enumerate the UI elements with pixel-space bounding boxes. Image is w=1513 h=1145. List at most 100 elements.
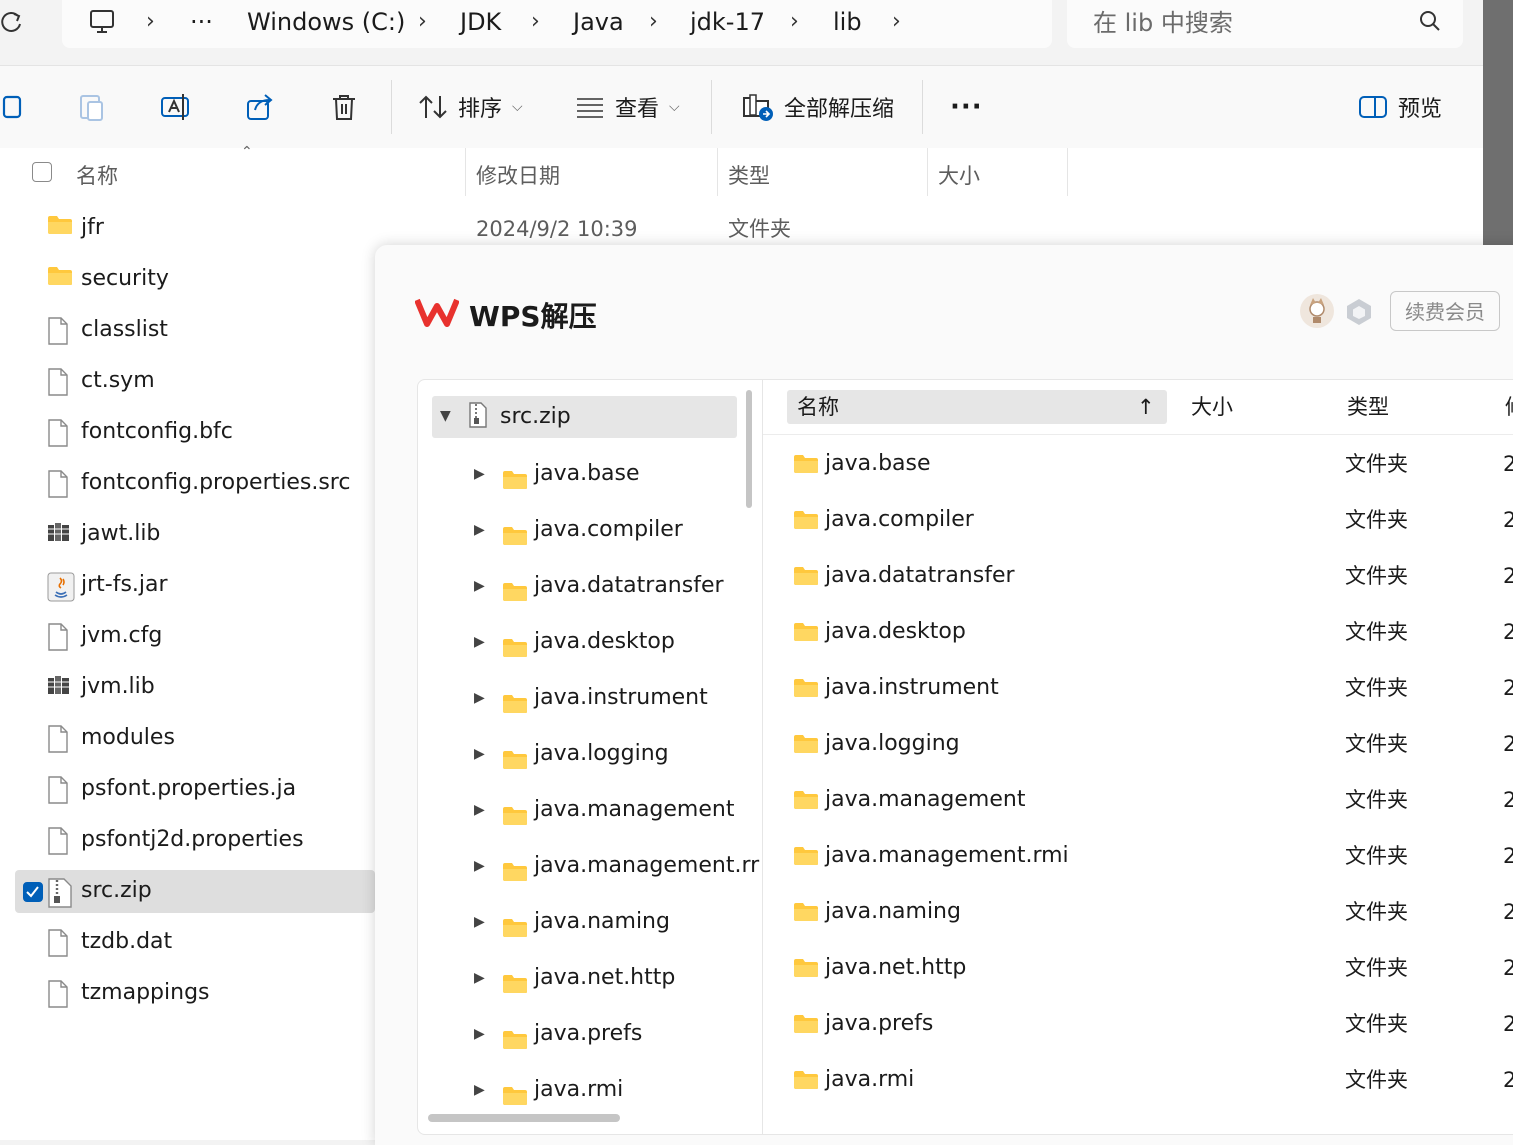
column-header-size[interactable]: 大小 (938, 156, 980, 196)
tree-horizontal-scrollbar[interactable] (428, 1114, 620, 1122)
column-header-size[interactable]: 大小 (1191, 390, 1233, 424)
column-separator[interactable] (1067, 148, 1068, 196)
column-header-name[interactable]: 名称 ↑ (787, 390, 1167, 424)
column-header-type[interactable]: 类型 (1347, 390, 1389, 424)
archive-list-row[interactable]: java.instrument 文件夹 2 (763, 664, 1513, 712)
copy-icon[interactable] (0, 84, 24, 130)
triangle-right-icon[interactable]: ▶ (474, 566, 485, 606)
column-header-modified[interactable]: 修改日期 (476, 156, 560, 196)
file-row[interactable]: jrt-fs.jar (15, 564, 375, 607)
tree-node[interactable]: ▶ java.desktop (418, 622, 762, 662)
rename-icon[interactable] (160, 84, 192, 130)
triangle-right-icon[interactable]: ▶ (474, 1070, 485, 1110)
tree-node[interactable]: ▶ java.rmi (418, 1070, 762, 1110)
triangle-right-icon[interactable]: ▶ (474, 1014, 485, 1054)
file-row[interactable]: fontconfig.bfc (15, 411, 375, 454)
avatar[interactable] (1299, 293, 1335, 333)
preview-button[interactable]: 预览 (1358, 84, 1442, 130)
tree-node[interactable]: ▶ java.naming (418, 902, 762, 942)
archive-list-row[interactable]: java.rmi 文件夹 2 (763, 1056, 1513, 1104)
tree-vertical-scrollbar[interactable] (746, 390, 752, 508)
triangle-right-icon[interactable]: ▶ (474, 734, 485, 774)
triangle-right-icon[interactable]: ▶ (474, 902, 485, 942)
archive-list-row[interactable]: java.logging 文件夹 2 (763, 720, 1513, 768)
chevron-right-icon[interactable]: › (418, 6, 427, 38)
file-row[interactable]: ct.sym (15, 360, 375, 403)
archive-list-row[interactable]: java.naming 文件夹 2 (763, 888, 1513, 936)
triangle-right-icon[interactable]: ▶ (474, 678, 485, 718)
file-row[interactable]: jvm.cfg (15, 615, 375, 658)
share-icon[interactable] (245, 84, 275, 130)
row-checkbox[interactable] (23, 882, 43, 902)
archive-list-row[interactable]: java.management.rmi 文件夹 2 (763, 832, 1513, 880)
archive-list-row[interactable]: java.datatransfer 文件夹 2 (763, 552, 1513, 600)
search-input[interactable]: 在 lib 中搜索 (1067, 0, 1463, 48)
archive-list-row[interactable]: java.base 文件夹 2 (763, 440, 1513, 488)
triangle-right-icon[interactable]: ▶ (474, 622, 485, 662)
chevron-right-icon[interactable]: › (790, 6, 799, 38)
file-row[interactable]: tzmappings (15, 972, 375, 1015)
member-badge-icon[interactable] (1345, 297, 1373, 331)
file-row[interactable]: src.zip (15, 870, 375, 913)
renew-membership-button[interactable]: 续费会员 (1390, 291, 1500, 331)
column-separator[interactable] (465, 148, 466, 196)
select-all-checkbox[interactable] (32, 162, 52, 182)
archive-list-row[interactable]: java.prefs 文件夹 2 (763, 1000, 1513, 1048)
address-bar[interactable]: › ··· Windows (C:) › JDK › Java › jdk-17… (62, 0, 1052, 48)
breadcrumb-java[interactable]: Java (573, 6, 624, 38)
tree-node[interactable]: ▶ java.instrument (418, 678, 762, 718)
refresh-icon[interactable] (0, 8, 24, 40)
tree-node[interactable]: ▶ java.management (418, 790, 762, 830)
column-separator[interactable] (717, 148, 718, 196)
column-header-date[interactable]: 修 (1505, 390, 1513, 424)
file-row[interactable]: psfont.properties.ja (15, 768, 375, 811)
tree-node[interactable]: ▶ java.logging (418, 734, 762, 774)
tree-node[interactable]: ▶ java.base (418, 454, 762, 494)
breadcrumb-more[interactable]: ··· (190, 6, 213, 38)
file-row[interactable]: security (15, 258, 375, 301)
search-icon[interactable] (1419, 10, 1441, 36)
file-row[interactable]: fontconfig.properties.src (15, 462, 375, 505)
computer-icon[interactable] (88, 8, 116, 40)
breadcrumb-windows-c[interactable]: Windows (C:) (247, 6, 405, 38)
column-header-name[interactable]: 名称 (76, 156, 118, 196)
breadcrumb-jdk-17[interactable]: jdk-17 (690, 6, 765, 38)
file-row[interactable]: jvm.lib (15, 666, 375, 709)
tree-root-node[interactable]: ▼ src.zip (432, 396, 737, 438)
view-button[interactable]: 查看 ⌵ (575, 84, 680, 130)
delete-icon[interactable] (330, 84, 358, 130)
triangle-right-icon[interactable]: ▶ (474, 454, 485, 494)
breadcrumb-jdk[interactable]: JDK (460, 6, 501, 38)
archive-list-row[interactable]: java.net.http 文件夹 2 (763, 944, 1513, 992)
chevron-right-icon[interactable]: › (649, 6, 658, 38)
breadcrumb-lib[interactable]: lib (833, 6, 862, 38)
sort-button[interactable]: 排序 ⌵ (418, 84, 523, 130)
paste-icon[interactable] (78, 84, 106, 130)
more-options-button[interactable]: ··· (950, 84, 983, 130)
tree-node[interactable]: ▶ java.net.http (418, 958, 762, 998)
archive-list-row[interactable]: java.compiler 文件夹 2 (763, 496, 1513, 544)
file-row[interactable]: modules (15, 717, 375, 760)
file-row[interactable]: tzdb.dat (15, 921, 375, 964)
triangle-right-icon[interactable]: ▶ (474, 846, 485, 886)
extract-all-button[interactable]: 全部解压缩 (742, 84, 894, 130)
triangle-right-icon[interactable]: ▶ (474, 958, 485, 998)
file-row[interactable]: classlist (15, 309, 375, 352)
archive-list-row[interactable]: java.desktop 文件夹 2 (763, 608, 1513, 656)
chevron-right-icon[interactable]: › (892, 6, 901, 38)
chevron-right-icon[interactable]: › (531, 6, 540, 38)
triangle-right-icon[interactable]: ▶ (474, 790, 485, 830)
triangle-down-icon[interactable]: ▼ (440, 396, 451, 436)
chevron-right-icon[interactable]: › (146, 6, 155, 38)
tree-node[interactable]: ▶ java.prefs (418, 1014, 762, 1054)
tree-node[interactable]: ▶ java.datatransfer (418, 566, 762, 606)
file-row[interactable]: jfr (15, 207, 375, 250)
tree-node[interactable]: ▶ java.management.rr (418, 846, 762, 886)
file-row[interactable]: psfontj2d.properties (15, 819, 375, 862)
tree-node[interactable]: ▶ java.compiler (418, 510, 762, 550)
column-header-type[interactable]: 类型 (728, 156, 770, 196)
column-separator[interactable] (927, 148, 928, 196)
archive-list-row[interactable]: java.management 文件夹 2 (763, 776, 1513, 824)
triangle-right-icon[interactable]: ▶ (474, 510, 485, 550)
file-row[interactable]: jawt.lib (15, 513, 375, 556)
